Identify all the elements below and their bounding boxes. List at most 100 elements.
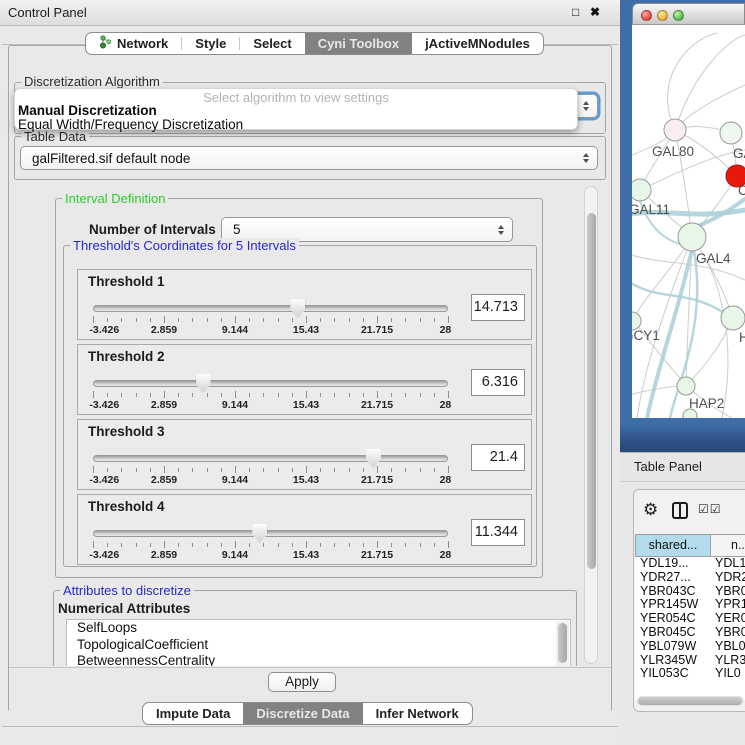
minimize-window-button[interactable] xyxy=(657,10,668,21)
threshold-panel: Threshold 3 -3.4262.8599.14415.4321.7152… xyxy=(77,419,532,490)
control-panel-titlebar: Control Panel □ ✖ xyxy=(0,0,620,26)
close-panel-icon[interactable]: ✖ xyxy=(590,5,600,19)
network-node[interactable] xyxy=(664,119,686,141)
zoom-window-button[interactable] xyxy=(673,10,684,21)
tick-mark xyxy=(178,468,179,472)
tick-label: 9.144 xyxy=(222,399,248,411)
attributes-list-scrollbar[interactable] xyxy=(556,621,569,666)
table-row[interactable]: YER054CYER0 xyxy=(635,612,745,626)
split-columns-icon[interactable] xyxy=(672,502,688,519)
threshold-value-field[interactable]: 11.344 xyxy=(471,519,525,546)
tick-mark xyxy=(221,543,222,547)
threshold-slider[interactable]: -3.4262.8599.14415.4321.71528 xyxy=(93,448,448,488)
tick-mark xyxy=(349,543,350,547)
table-cell: YDR2 xyxy=(711,571,745,585)
thresholds-group-title: Threshold's Coordinates for 5 Intervals xyxy=(70,238,299,253)
tick-label: -3.426 xyxy=(89,324,119,336)
node-attribute-table[interactable]: shared...n... YDL19...YDL1YDR27...YDR2YB… xyxy=(635,534,745,700)
dropdown-option-manual-discretization[interactable]: Manual Discretization xyxy=(18,103,157,118)
scrollbar-thumb[interactable] xyxy=(587,213,596,569)
table-cell: YPR145W xyxy=(635,598,711,612)
close-window-button[interactable] xyxy=(641,10,652,21)
tab-select[interactable]: Select xyxy=(240,33,304,54)
tab-style[interactable]: Style xyxy=(182,33,239,54)
tab-cyni-toolbox[interactable]: Cyni Toolbox xyxy=(305,33,412,54)
attribute-list-item[interactable]: SelfLoops xyxy=(67,620,570,637)
tick-label: 15.43 xyxy=(293,399,319,411)
table-column-header[interactable]: shared... xyxy=(635,534,711,557)
table-row[interactable]: YDR27...YDR2 xyxy=(635,571,745,585)
attribute-list-item[interactable]: BetweennessCentrality xyxy=(67,653,570,666)
table-cell: YIL053C xyxy=(635,667,711,681)
network-edge xyxy=(675,35,745,130)
network-node[interactable] xyxy=(721,306,745,330)
network-icon xyxy=(99,35,112,52)
tick-mark xyxy=(363,468,364,472)
network-node[interactable] xyxy=(632,179,651,201)
table-data-combobox[interactable]: galFiltered.sif default node xyxy=(20,146,598,170)
main-vertical-scrollbar[interactable] xyxy=(584,186,598,664)
threshold-slider[interactable]: -3.4262.8599.14415.4321.71528 xyxy=(93,298,448,338)
table-panel-titlebar: Table Panel xyxy=(620,452,745,482)
threshold-slider[interactable]: -3.4262.8599.14415.4321.71528 xyxy=(93,523,448,563)
float-window-icon[interactable]: □ xyxy=(572,5,579,19)
numerical-attributes-list[interactable]: SelfLoopsTopologicalCoefficientBetweenne… xyxy=(66,619,571,666)
tick-label: 21.715 xyxy=(361,549,393,561)
table-row[interactable]: YBL079WYBL0 xyxy=(635,640,745,654)
algorithm-dropdown-popup: Select algorithm to view settings Manual… xyxy=(14,88,578,130)
tick-mark xyxy=(334,318,335,322)
tick-mark xyxy=(235,541,236,548)
table-row[interactable]: YPR145WYPR1 xyxy=(635,598,745,612)
threshold-slider[interactable]: -3.4262.8599.14415.4321.71528 xyxy=(93,373,448,413)
tick-mark xyxy=(93,466,94,473)
tab-network[interactable]: Network xyxy=(86,33,181,54)
threshold-value-field[interactable]: 6.316 xyxy=(471,369,525,396)
slider-track[interactable] xyxy=(93,380,448,387)
table-row[interactable]: YBR043CYBR0 xyxy=(635,585,745,599)
table-column-header[interactable]: n... xyxy=(711,534,745,557)
panel-title: Control Panel xyxy=(8,0,87,25)
tab-discretize-data[interactable]: Discretize Data xyxy=(243,703,362,724)
tick-mark xyxy=(164,391,165,398)
tick-mark xyxy=(278,468,279,472)
scrollbar-thumb[interactable] xyxy=(558,623,567,663)
table-row[interactable]: YIL053CYIL0 xyxy=(635,667,745,681)
threshold-value-field[interactable]: 21.4 xyxy=(471,444,525,471)
network-window-titlebar[interactable] xyxy=(632,3,745,25)
network-node[interactable] xyxy=(683,409,697,418)
network-node[interactable] xyxy=(720,122,742,144)
tick-mark xyxy=(192,393,193,397)
gear-icon[interactable]: ⚙ xyxy=(643,500,658,520)
tick-mark xyxy=(320,543,321,547)
tab-impute-data[interactable]: Impute Data xyxy=(143,703,243,724)
network-canvas[interactable]: GAL80GALCGAL11GAL4GCY1HHAP2 xyxy=(632,25,745,418)
dropdown-option-equal-width-frequency[interactable]: Equal Width/Frequency Discretization xyxy=(18,117,243,132)
select-checkbox-icons[interactable]: ☑☑ xyxy=(698,502,722,516)
slider-track[interactable] xyxy=(93,305,448,312)
attribute-list-item[interactable]: TopologicalCoefficient xyxy=(67,637,570,654)
tick-mark xyxy=(164,316,165,323)
table-row[interactable]: YBR045CYBR0 xyxy=(635,626,745,640)
table-cell: YDL1 xyxy=(711,557,745,571)
slider-ticks xyxy=(93,390,448,399)
threshold-value-field[interactable]: 14.713 xyxy=(471,294,525,321)
tab-jactivemnodules[interactable]: jActiveMNodules xyxy=(412,33,543,54)
threshold-panel: Threshold 2 -3.4262.8599.14415.4321.7152… xyxy=(77,344,532,415)
tab-infer-network[interactable]: Infer Network xyxy=(363,703,472,724)
tick-label: 28 xyxy=(440,549,452,561)
tab-label: Impute Data xyxy=(156,706,230,721)
tab-label: Cyni Toolbox xyxy=(318,36,399,51)
apply-button[interactable]: Apply xyxy=(268,672,336,692)
network-node[interactable] xyxy=(678,223,706,251)
table-cell: YLR3 xyxy=(711,654,745,668)
network-node-label: H xyxy=(739,330,745,345)
table-horizontal-scrollbar[interactable] xyxy=(637,696,744,706)
slider-track[interactable] xyxy=(93,455,448,462)
tick-mark xyxy=(349,318,350,322)
table-row[interactable]: YLR345WYLR3 xyxy=(635,654,745,668)
tick-mark xyxy=(434,543,435,547)
network-node[interactable] xyxy=(677,377,695,395)
table-row[interactable]: YDL19...YDL1 xyxy=(635,557,745,571)
scrollbar-thumb[interactable] xyxy=(638,697,742,705)
slider-track[interactable] xyxy=(93,530,448,537)
